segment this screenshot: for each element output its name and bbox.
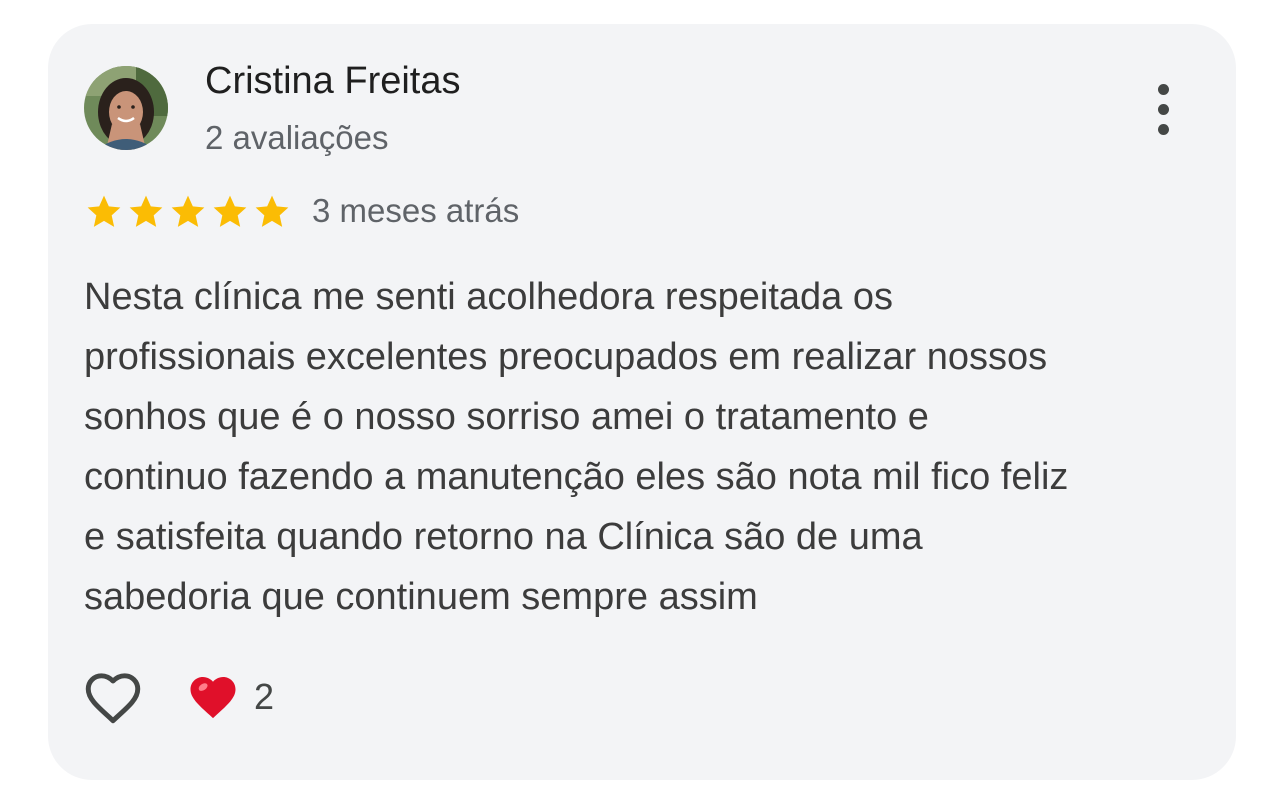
star-icon (255, 195, 289, 227)
reaction-count: 2 (254, 676, 275, 717)
review-text-line: profissionais excelentes preocupados em … (84, 336, 1048, 378)
review-card: Cristina Freitas 2 avaliações 3 meses at… (48, 24, 1236, 780)
star-icon (213, 195, 247, 227)
review-time: 3 meses atrás (312, 192, 520, 229)
more-options-button[interactable] (1141, 80, 1185, 140)
more-vert-icon-dot (1158, 104, 1169, 115)
avatar[interactable] (84, 66, 168, 150)
review-text-line: e satisfeita quando retorno na Clínica s… (84, 516, 923, 558)
heart-reaction[interactable]: 2 (186, 669, 274, 725)
review-text-line: Nesta clínica me senti acolhedora respei… (84, 276, 894, 318)
review-text-line: sonhos que é o nosso sorriso amei o trat… (84, 396, 929, 438)
star-icon (129, 195, 163, 227)
star-rating (84, 192, 292, 232)
more-vert-icon-dot (1158, 124, 1169, 135)
review-text-line: continuo fazendo a manutenção eles são n… (84, 456, 1069, 498)
heart-emoji-icon (190, 676, 236, 719)
more-vert-icon (1158, 84, 1169, 95)
star-icon (171, 195, 205, 227)
heart-outline-icon (85, 673, 141, 724)
like-button[interactable] (80, 664, 146, 730)
review-text: Nesta clínica me senti acolhedora respei… (84, 267, 1204, 627)
star-icon (87, 195, 121, 227)
author-review-count: 2 avaliações (205, 119, 389, 156)
review-text-line: sabedoria que continuem sempre assim (84, 576, 758, 618)
author-name[interactable]: Cristina Freitas (205, 60, 461, 103)
avatar-photo (84, 66, 168, 150)
